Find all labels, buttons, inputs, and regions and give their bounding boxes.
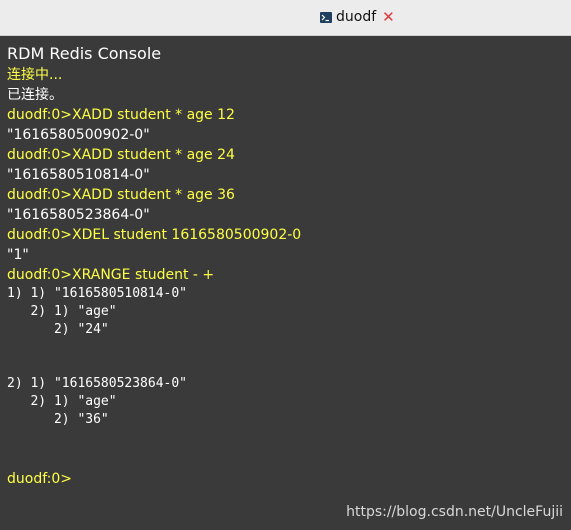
status-connecting: 连接中... bbox=[7, 67, 63, 83]
terminal-icon bbox=[320, 11, 332, 23]
xrange-output-line: 2) "24" bbox=[7, 322, 109, 337]
console-tab[interactable]: duodf ✕ bbox=[320, 7, 395, 27]
response-line: "1616580500902-0" bbox=[7, 127, 150, 143]
response-line: "1616580523864-0" bbox=[7, 207, 150, 223]
command-prompt[interactable]: duodf:0> bbox=[7, 469, 72, 489]
command-line: duodf:0>XRANGE student - + bbox=[7, 267, 215, 283]
xrange-output-line: 2) 1) "1616580523864-0" bbox=[7, 376, 188, 391]
command-line: duodf:0>XADD student * age 36 bbox=[7, 187, 235, 203]
command-line: duodf:0>XADD student * age 12 bbox=[7, 107, 235, 123]
xrange-output-line: 2) 1) "age" bbox=[7, 304, 117, 319]
watermark: https://blog.csdn.net/UncleFujii bbox=[346, 504, 563, 520]
close-icon[interactable]: ✕ bbox=[382, 9, 395, 25]
xrange-output-line: 2) 1) "age" bbox=[7, 394, 117, 409]
xrange-output-line: 2) "36" bbox=[7, 412, 109, 427]
console-output: RDM Redis Console 连接中... 已连接。 duodf:0>XA… bbox=[7, 40, 565, 429]
tab-title: duodf bbox=[336, 9, 377, 25]
response-line: "1" bbox=[7, 247, 29, 263]
tab-bar: duodf ✕ bbox=[0, 0, 571, 36]
command-line: duodf:0>XDEL student 1616580500902-0 bbox=[7, 227, 302, 243]
response-line: "1616580510814-0" bbox=[7, 167, 150, 183]
console-header: RDM Redis Console bbox=[7, 44, 162, 63]
command-line: duodf:0>XADD student * age 24 bbox=[7, 147, 235, 163]
status-connected: 已连接。 bbox=[7, 87, 63, 103]
xrange-output-line: 1) 1) "1616580510814-0" bbox=[7, 286, 188, 301]
